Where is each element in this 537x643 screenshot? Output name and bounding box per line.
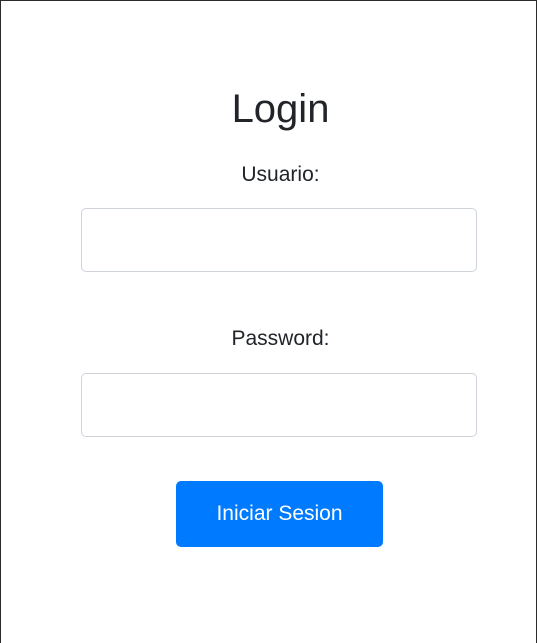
login-submit-button[interactable]: Iniciar Sesion (176, 481, 383, 547)
page-title: Login (231, 87, 330, 131)
login-frame: Login Usuario: Password: Iniciar Sesion (0, 0, 537, 643)
password-input[interactable] (81, 373, 477, 437)
password-label: Password: (231, 327, 330, 350)
username-label: Usuario: (241, 163, 320, 186)
username-input[interactable] (81, 208, 477, 272)
login-panel: Login Usuario: Password: Iniciar Sesion (1, 1, 536, 643)
